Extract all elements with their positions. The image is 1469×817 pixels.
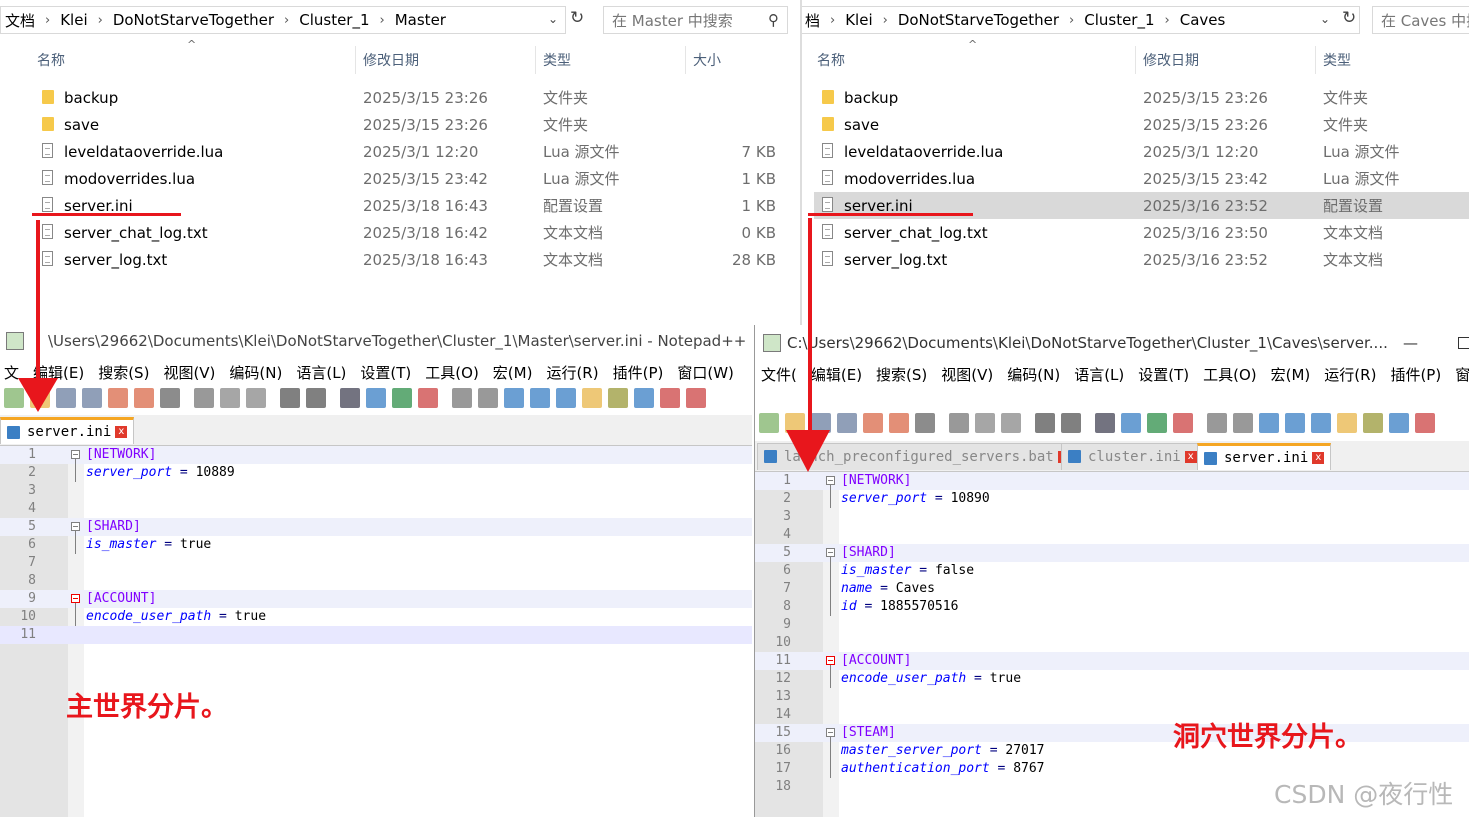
left-arrow xyxy=(18,220,58,412)
annotation-arrows xyxy=(18,218,830,472)
right-arrow xyxy=(786,218,830,472)
